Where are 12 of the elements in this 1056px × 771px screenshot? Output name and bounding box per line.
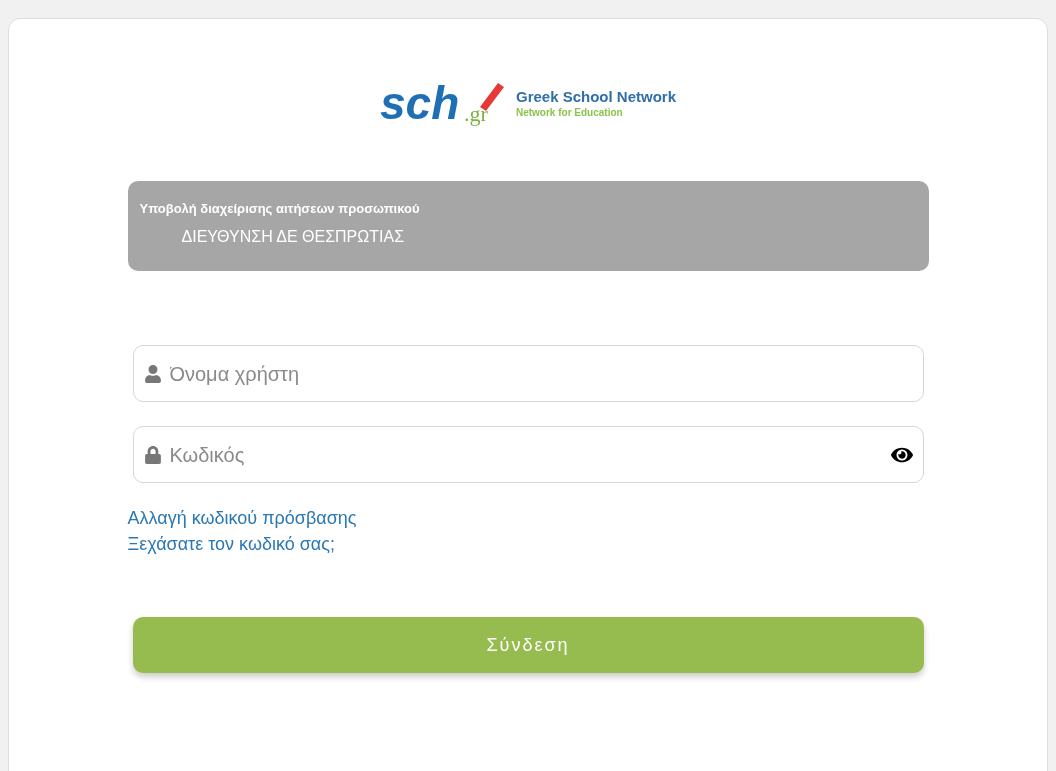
username-input[interactable]: Όνομα χρήστη [169, 358, 913, 389]
password-field[interactable]: Κωδικός [132, 426, 924, 483]
username-field[interactable]: Όνομα χρήστη [132, 345, 924, 402]
user-icon [143, 364, 162, 383]
logo-title: Greek School Network [515, 88, 677, 108]
text-link[interactable]: Αλλαγή κωδικού πρόσβασης [127, 505, 357, 531]
lock-icon [143, 445, 162, 464]
logo-subtitle: Network for Education [515, 107, 624, 120]
text-link[interactable]: Ξεχάσατε τον κωδικό σας; [127, 531, 335, 557]
password-input[interactable]: Κωδικός [169, 439, 883, 470]
banner-subtitle: ΔΙΕΥΘΥΝΣΗ ΔΕ ΘΕΣΠΡΩΤΙΑΣ [181, 226, 406, 247]
banner-title: Υποβολή διαχείρισης αιτήσεων προσωπικού [139, 200, 421, 218]
